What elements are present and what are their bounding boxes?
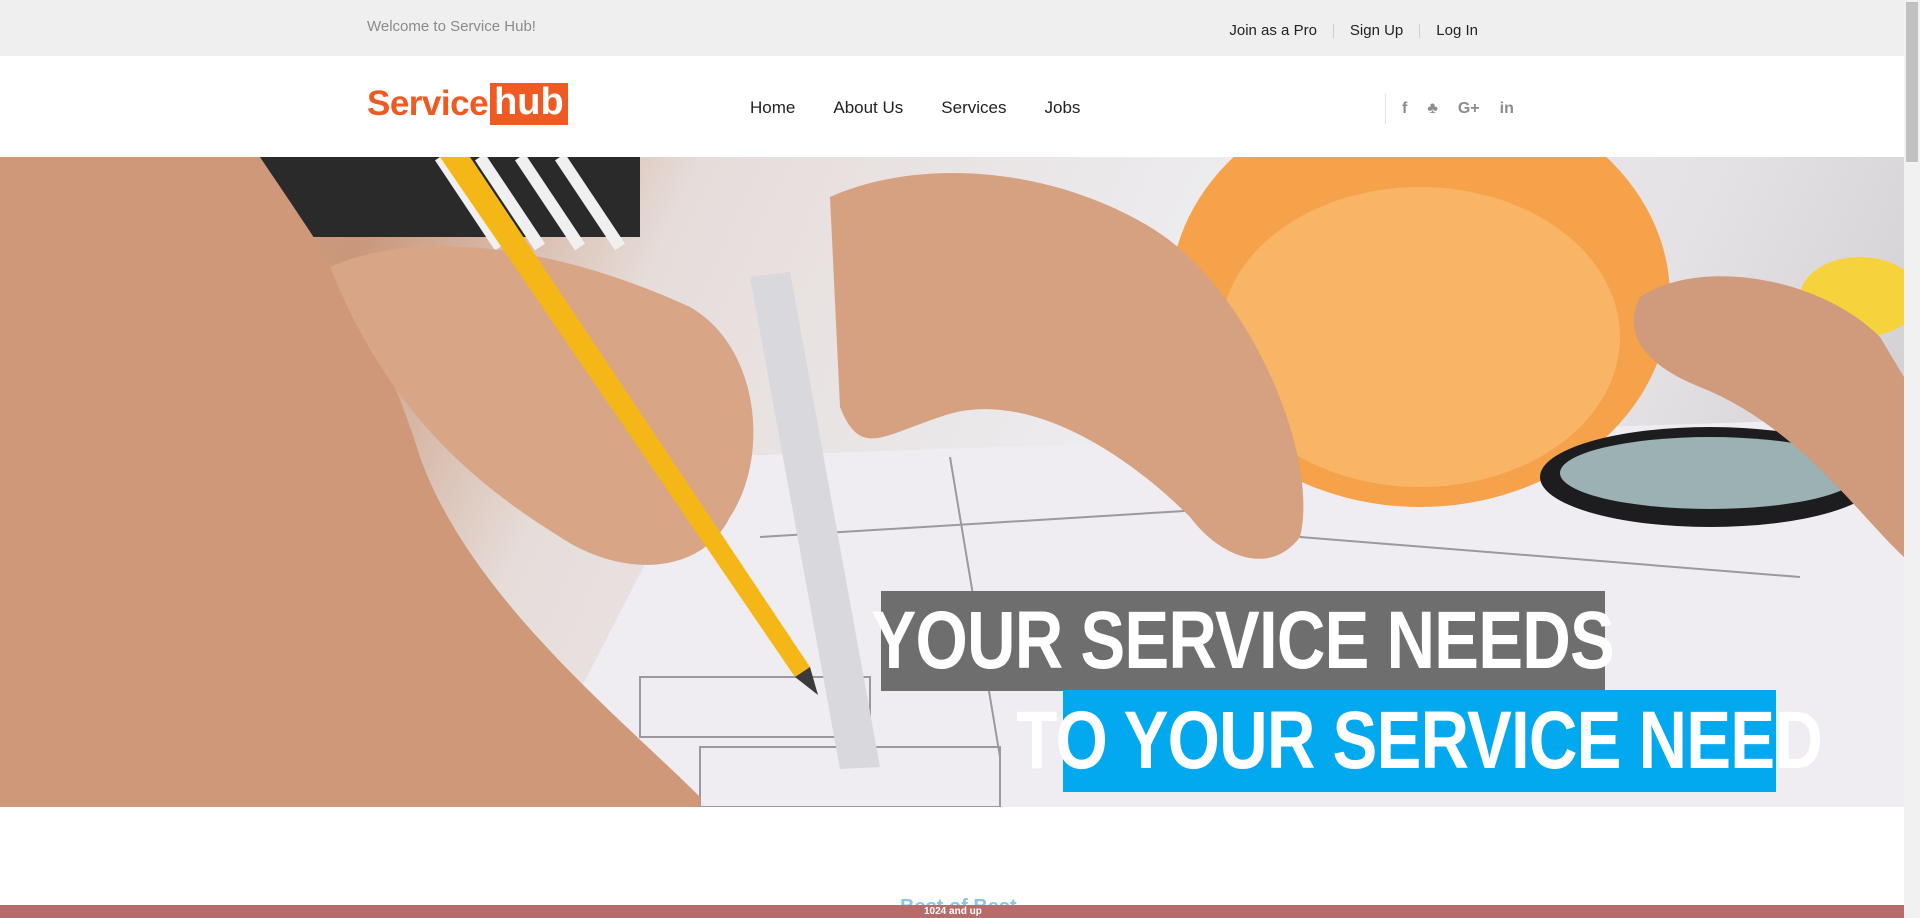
social-links: f ♣ G+ in [1385,94,1534,124]
nav-jobs[interactable]: Jobs [1044,98,1080,118]
page: Welcome to Service Hub! Join as a Pro Si… [0,0,1920,918]
logo[interactable]: Service hub [367,82,568,126]
top-bar: Welcome to Service Hub! Join as a Pro Si… [0,0,1904,56]
breakpoint-label: 1024 and up [924,906,982,917]
linkedin-icon[interactable]: in [1500,100,1514,118]
top-links: Join as a Pro Sign Up Log In [1213,22,1494,39]
hero-banner: YOUR SERVICE NEEDS TO YOUR SERVICE NEED [0,157,1904,807]
nav-home[interactable]: Home [750,98,795,118]
scrollbar-thumb[interactable] [1906,2,1918,162]
scrollbar[interactable] [1904,0,1920,918]
headline-line-1: YOUR SERVICE NEEDS [871,595,1615,686]
join-as-pro-link[interactable]: Join as a Pro [1213,22,1333,39]
breakpoint-bar: 1024 and up [0,905,1904,918]
twitter-icon[interactable]: ♣ [1427,100,1438,118]
headline-line-2: TO YOUR SERVICE NEED [1016,695,1823,786]
site-header: Service hub Home About Us Services Jobs … [0,56,1904,157]
logo-hub-text: hub [490,83,568,125]
main-nav: Home About Us Services Jobs [750,98,1118,118]
nav-services[interactable]: Services [941,98,1006,118]
log-in-link[interactable]: Log In [1420,22,1494,39]
nav-about-us[interactable]: About Us [833,98,903,118]
logo-service-text: Service [367,84,489,123]
facebook-icon[interactable]: f [1402,100,1407,118]
welcome-text: Welcome to Service Hub! [367,18,536,35]
sign-up-link[interactable]: Sign Up [1334,22,1419,39]
google-plus-icon[interactable]: G+ [1458,100,1480,118]
headline-band-2: TO YOUR SERVICE NEED [1017,690,1823,792]
headline-band-1: YOUR SERVICE NEEDS [872,591,1615,691]
